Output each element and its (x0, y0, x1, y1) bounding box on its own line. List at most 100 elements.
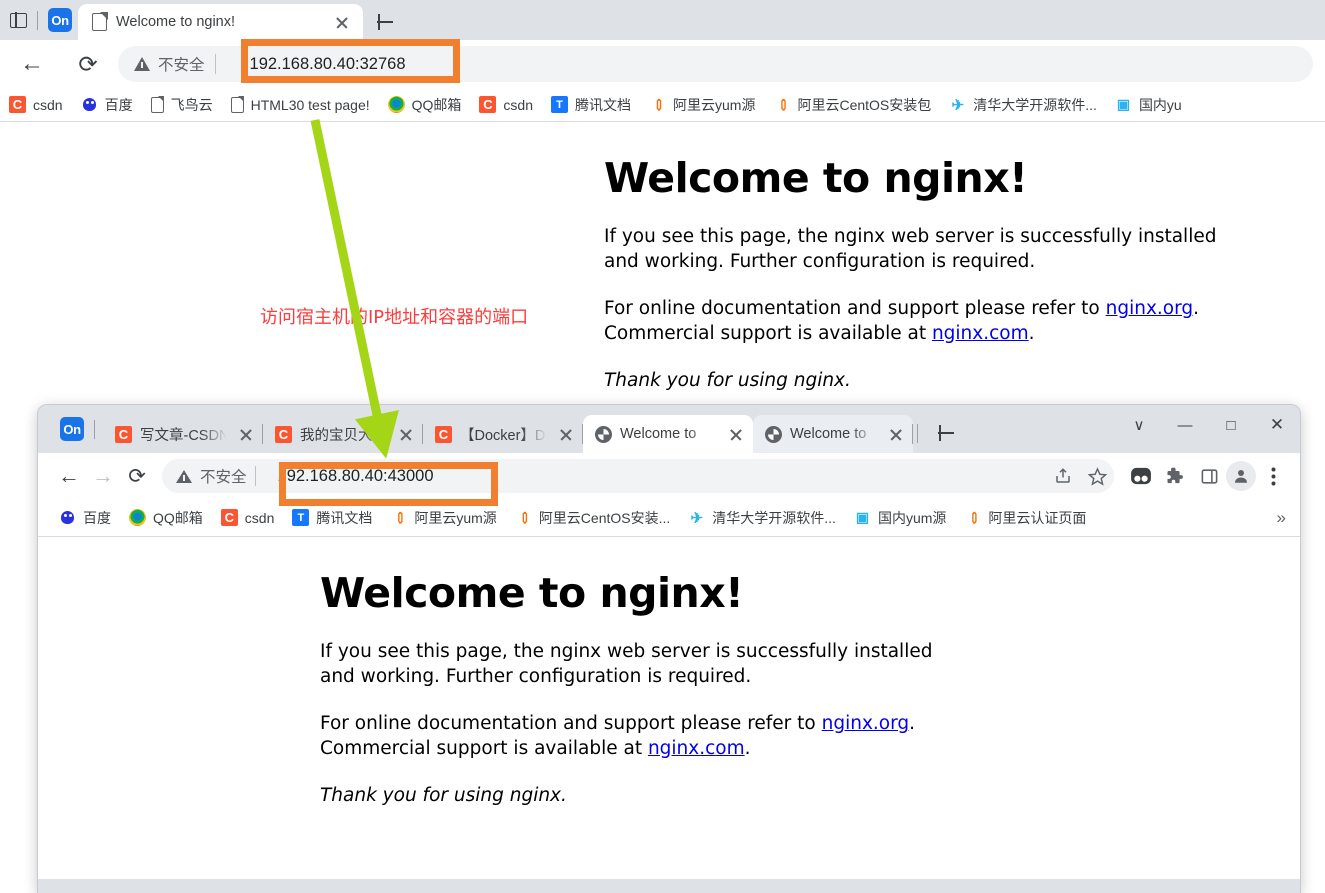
csdn-icon: C (435, 425, 452, 443)
bookmark-item[interactable]: T 腾讯文档 (542, 91, 640, 119)
inner-back-button[interactable]: ← (52, 459, 86, 493)
not-secure-label: 不安全 (200, 469, 247, 486)
nginx-paragraph-3: Thank you for using nginx. (320, 785, 567, 807)
bookmark-item[interactable]: 〔〕 阿里云认证页面 (955, 504, 1095, 532)
inner-tab-close-icon[interactable] (885, 423, 907, 445)
inner-reload-button[interactable]: ⟳ (120, 459, 154, 493)
inner-tab-close-icon[interactable] (725, 423, 747, 445)
sidebar-icon[interactable] (10, 11, 27, 29)
outer-new-tab-button[interactable] (371, 8, 399, 36)
bookmark-item[interactable]: ▣ 国内yu (1106, 91, 1191, 119)
bookmark-item[interactable]: 〔〕 阿里云CentOS安装包 (764, 91, 940, 119)
page-title: Welcome to nginx! (320, 569, 744, 617)
back-button[interactable]: ← (12, 44, 52, 84)
extension-pocket-icon[interactable] (1124, 459, 1158, 493)
minimize-button[interactable]: — (1162, 405, 1208, 445)
inner-bookmarks-bar: 百度 QQ邮箱 Ccsdn T 腾讯文档 〔〕 阿里云yum源 〔〕 阿里云CentOS安装..… (38, 499, 1300, 537)
extension-on-badge[interactable]: On (48, 8, 72, 32)
tab-search-chevron-icon[interactable]: ∨ (1116, 405, 1162, 445)
inner-tab-close-icon[interactable] (235, 423, 257, 445)
nginx-com-link[interactable]: nginx.com (932, 323, 1029, 344)
tsinghua-icon: ✈ (688, 509, 706, 527)
puzzle-extensions-icon[interactable] (1158, 459, 1192, 493)
inner-window-buttons: ∨ — □ ✕ (1116, 405, 1300, 445)
bookmark-item[interactable]: 百度 (50, 504, 120, 532)
share-icon[interactable] (1046, 459, 1080, 493)
inner-tab[interactable]: Welcome to (753, 415, 913, 453)
inner-tab[interactable]: C 【Docker】D (423, 415, 583, 453)
nginx-paragraph-2: For online documentation and support ple… (604, 297, 1229, 346)
inner-forward-button[interactable]: → (86, 459, 120, 493)
nginx-para2-post: . (744, 737, 751, 759)
bookmark-item[interactable]: 〔〕 阿里云yum源 (640, 91, 764, 119)
globe-icon (595, 425, 612, 443)
aliyun-icon: 〔〕 (514, 509, 535, 526)
doc-icon (150, 96, 165, 113)
outer-toolbar: ← ⟳ 不安全 192.168.80.40:32768 (0, 40, 1325, 88)
nginx-para2-pre: For online documentation and support ple… (604, 298, 1106, 320)
nginx-com-link[interactable]: nginx.com (648, 738, 745, 759)
profile-avatar-icon[interactable] (1226, 461, 1256, 491)
bookmark-item[interactable]: 飞鸟云 (142, 91, 222, 119)
outer-tab-label: Welcome to nginx! (116, 14, 236, 30)
nginx-paragraph-3: Thank you for using nginx. (604, 370, 851, 392)
bookmark-item[interactable]: 〔〕 阿里云CentOS安装... (506, 504, 679, 532)
bookmark-label: csdn (33, 96, 63, 113)
outer-tab-welcome-to-nginx[interactable]: Welcome to nginx! (78, 4, 363, 40)
bookmark-item[interactable]: 〔〕 阿里云yum源 (381, 504, 505, 532)
screenshot-root: On Welcome to nginx! ← ⟳ 不安全 192.168.80.… (0, 0, 1325, 893)
outer-tab-strip: On Welcome to nginx! (0, 0, 1325, 40)
divider (214, 54, 216, 74)
tencent-docs-icon: T (292, 509, 310, 526)
inner-toolbar: ← → ⟳ 不安全 192.168.80.40:43000 (38, 453, 1300, 499)
inner-tab-close-icon[interactable] (395, 423, 417, 445)
extension-on-badge[interactable]: On (60, 417, 84, 441)
bookmarks-overflow-icon[interactable]: » (1277, 508, 1300, 528)
three-dot-menu-icon[interactable] (1256, 459, 1290, 493)
bookmark-label: csdn (503, 96, 533, 113)
maximize-button[interactable]: □ (1208, 405, 1254, 445)
nginx-org-link[interactable]: nginx.org (1106, 298, 1194, 319)
baidu-icon (80, 96, 98, 113)
bookmark-label: 飞鸟云 (170, 96, 213, 113)
divider (912, 424, 913, 444)
bookmark-item[interactable]: ▣ 国内yum源 (845, 504, 955, 532)
bookmark-item[interactable]: T 腾讯文档 (283, 504, 381, 532)
nginx-welcome-outer: Welcome to nginx! If you see this page, … (604, 154, 1229, 394)
reload-button[interactable]: ⟳ (68, 44, 108, 84)
nginx-paragraph-1: If you see this page, the nginx web serv… (604, 226, 1217, 272)
outer-tab-close-icon[interactable] (331, 11, 353, 33)
bookmark-star-icon[interactable] (1080, 459, 1114, 493)
qq-icon (129, 509, 146, 526)
bookmark-item[interactable]: Ccsdn (0, 91, 72, 119)
inner-tab-close-icon[interactable] (555, 423, 577, 445)
csdn-icon: C (275, 425, 292, 443)
yum-icon: ▣ (1114, 96, 1132, 113)
inner-tab[interactable]: C 写文章-CSDN (103, 415, 263, 453)
bookmark-item[interactable]: HTML30 test page! (222, 91, 379, 119)
inner-tab[interactable]: C 我的宝贝大唐_ (263, 415, 423, 453)
nginx-org-link[interactable]: nginx.org (822, 713, 910, 734)
bookmark-label: 清华大学开源软件... (712, 509, 836, 526)
bookmark-item[interactable]: QQ邮箱 (120, 504, 212, 532)
bookmark-item[interactable]: Ccsdn (470, 91, 542, 119)
tsinghua-icon: ✈ (949, 96, 967, 114)
not-secure-warning-icon (176, 469, 192, 483)
inner-tab-label: Welcome to (620, 426, 697, 442)
bookmark-item[interactable]: Ccsdn (212, 504, 284, 532)
inner-tab[interactable]: Welcome to (583, 415, 753, 453)
bookmark-label: 清华大学开源软件... (973, 96, 1097, 113)
bookmark-item[interactable]: ✈ 清华大学开源软件... (940, 91, 1106, 119)
bookmark-item[interactable]: ✈ 清华大学开源软件... (679, 504, 845, 532)
highlight-box-inner-url (279, 462, 498, 506)
outer-page-content: Welcome to nginx! If you see this page, … (0, 122, 1325, 422)
nginx-welcome-inner: Welcome to nginx! If you see this page, … (320, 569, 945, 809)
inner-tab-strip: On C 写文章-CSDN C 我的宝贝大唐_ C 【Docker】D Welcome to… (38, 405, 1300, 453)
bookmark-label: 百度 (83, 509, 111, 526)
page-title: Welcome to nginx! (604, 154, 1028, 202)
inner-new-tab-button[interactable] (932, 419, 960, 447)
bookmark-item[interactable]: 百度 (72, 91, 142, 119)
bookmark-item[interactable]: QQ邮箱 (379, 91, 471, 119)
side-panel-icon[interactable] (1192, 459, 1226, 493)
close-button[interactable]: ✕ (1254, 405, 1300, 445)
